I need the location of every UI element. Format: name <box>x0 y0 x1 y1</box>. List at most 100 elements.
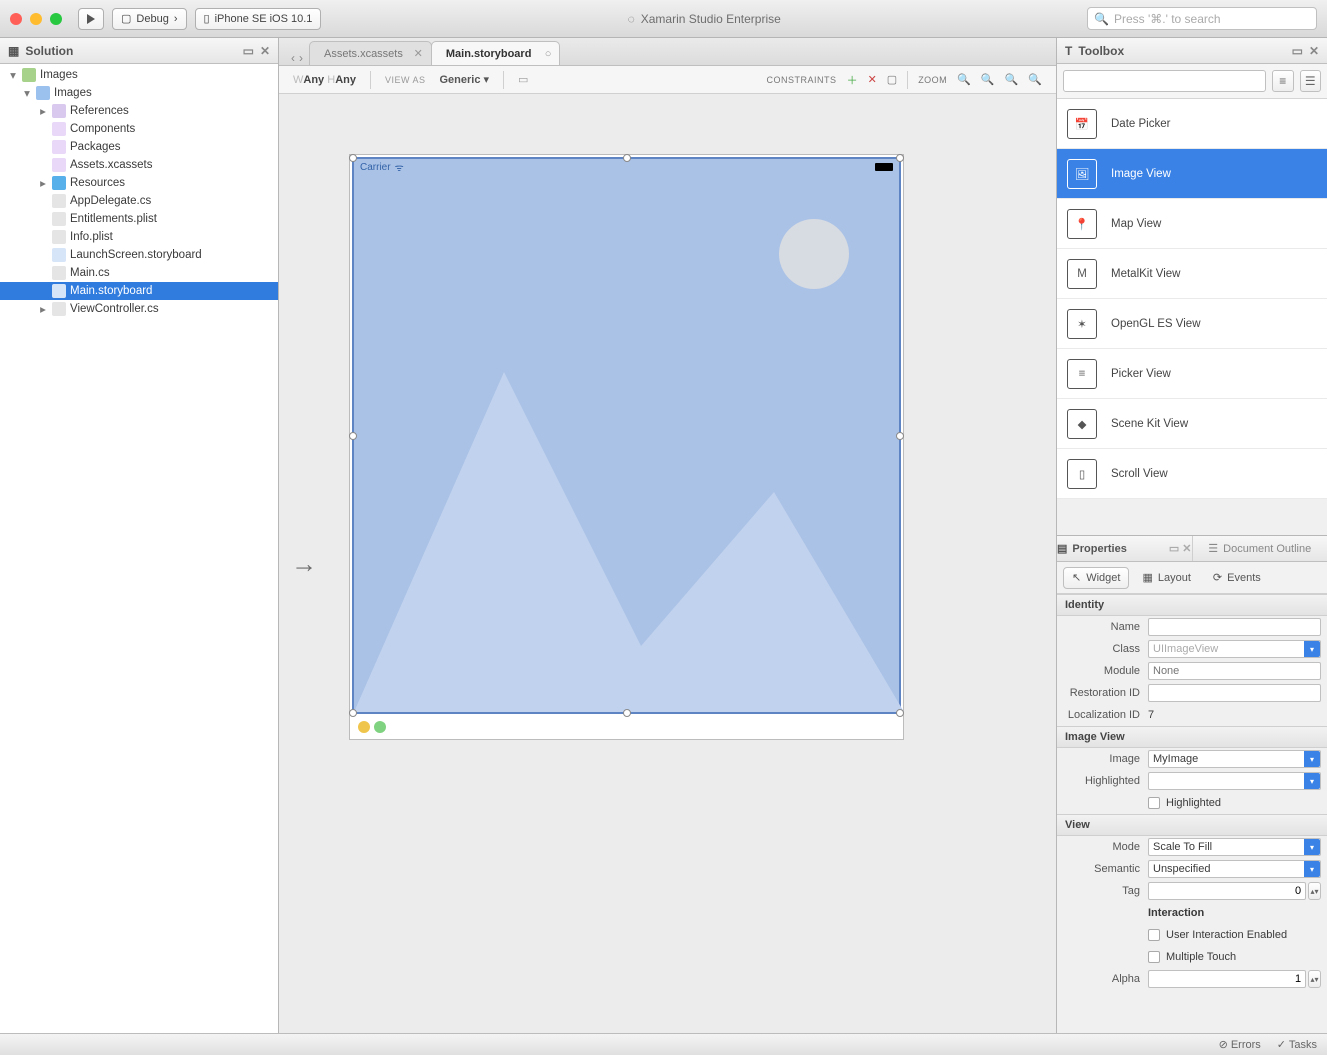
alpha-stepper[interactable]: ▴▾ <box>1308 970 1321 988</box>
nav-back-icon[interactable]: ‹ <box>291 51 295 65</box>
run-button[interactable] <box>78 8 104 30</box>
storyboard-scene[interactable]: Carrier ᯤ <box>349 154 904 740</box>
tag-field[interactable] <box>1148 882 1306 900</box>
constraints-label: CONSTRAINTS <box>767 75 837 85</box>
first-responder-icon[interactable] <box>358 721 370 733</box>
toolbox-view-compact[interactable]: ≡ <box>1272 70 1294 92</box>
tab-close-icon[interactable]: ○ <box>545 48 552 60</box>
editor-area: ‹ › Assets.xcassets✕Main.storyboard○ WAn… <box>279 38 1057 1033</box>
constraint-frame-icon[interactable]: ▢ <box>887 73 897 86</box>
tree-item[interactable]: ▾Images <box>0 84 278 102</box>
tab-events[interactable]: ⟳ Events <box>1204 567 1270 589</box>
document-outline-header[interactable]: ☰ Document Outline <box>1193 536 1327 561</box>
zoom-fit-icon[interactable]: 🔍 <box>957 73 971 86</box>
resize-handle[interactable] <box>623 154 631 162</box>
resize-handle[interactable] <box>896 432 904 440</box>
pad-close-icon[interactable]: ✕ <box>260 44 270 58</box>
semantic-field[interactable]: Unspecified▾ <box>1148 860 1321 878</box>
tree-item[interactable]: LaunchScreen.storyboard <box>0 246 278 264</box>
resize-handle[interactable] <box>896 709 904 717</box>
titlebar: ▢ Debug › ▯ iPhone SE iOS 10.1 ◌ Xamarin… <box>0 0 1327 38</box>
tag-stepper[interactable]: ▴▾ <box>1308 882 1321 900</box>
toolbox-item[interactable]: 🖼Image View <box>1057 149 1327 199</box>
toolbox-item[interactable]: MMetalKit View <box>1057 249 1327 299</box>
wifi-icon: ᯤ <box>395 160 404 174</box>
cube-icon: ◆ <box>1067 409 1097 439</box>
size-class[interactable]: WAny HAny <box>293 74 356 86</box>
exit-icon[interactable] <box>374 721 386 733</box>
toolbox-view-list[interactable]: ☰ <box>1300 70 1322 92</box>
constraint-remove-icon[interactable]: ✕ <box>868 73 877 86</box>
tab-close-icon[interactable]: ✕ <box>414 47 423 60</box>
zoom-window[interactable] <box>50 13 62 25</box>
close-window[interactable] <box>10 13 22 25</box>
property-tabs: ↖ Widget ▦ Layout ⟳ Events <box>1057 562 1327 594</box>
resize-handle[interactable] <box>349 709 357 717</box>
calendar-icon: 📅 <box>1067 109 1097 139</box>
tree-item[interactable]: ▸References <box>0 102 278 120</box>
highlighted-field[interactable]: ▾ <box>1148 772 1321 790</box>
zoom-out-icon[interactable]: 🔍 <box>981 73 995 86</box>
image-field[interactable]: MyImage▾ <box>1148 750 1321 768</box>
editor-tab[interactable]: Main.storyboard○ <box>431 41 561 65</box>
search-icon: 🔍 <box>1094 12 1109 26</box>
toolbox-search-input[interactable] <box>1063 70 1266 92</box>
zoom-in-icon[interactable]: 🔍 <box>1028 73 1042 86</box>
pad-close-icon[interactable]: ✕ <box>1309 44 1319 58</box>
mode-field[interactable]: Scale To Fill▾ <box>1148 838 1321 856</box>
toolbox-item[interactable]: 📍Map View <box>1057 199 1327 249</box>
design-canvas[interactable]: → Carrier ᯤ <box>279 94 1056 1033</box>
resize-handle[interactable] <box>349 432 357 440</box>
pad-options-icon[interactable]: ▭ <box>243 44 254 58</box>
tree-item[interactable]: ▸ViewController.cs <box>0 300 278 318</box>
tree-item[interactable]: ▸Resources <box>0 174 278 192</box>
nav-fwd-icon[interactable]: › <box>299 51 303 65</box>
toolbox-item[interactable]: ≡Picker View <box>1057 349 1327 399</box>
tab-widget[interactable]: ↖ Widget <box>1063 567 1129 589</box>
tree-item[interactable]: ▾Images <box>0 66 278 84</box>
toolbox-item[interactable]: 📅Date Picker <box>1057 99 1327 149</box>
properties-header[interactable]: ▤ Properties ▭ ✕ <box>1057 536 1193 561</box>
tasks-pad[interactable]: ✓ Tasks <box>1277 1038 1317 1051</box>
uiimageview[interactable]: Carrier ᯤ <box>352 157 901 714</box>
tree-item[interactable]: Assets.xcassets <box>0 156 278 174</box>
resize-handle[interactable] <box>896 154 904 162</box>
solution-tree[interactable]: ▾Images▾Images▸ReferencesComponentsPacka… <box>0 64 278 1033</box>
name-field[interactable] <box>1148 618 1321 636</box>
device-selector[interactable]: ▯ iPhone SE iOS 10.1 <box>195 8 322 30</box>
minimize-window[interactable] <box>30 13 42 25</box>
orientation-toggle[interactable]: ▭ <box>518 73 528 86</box>
constraint-add-icon[interactable]: ＋ <box>847 72 858 88</box>
placeholder-mountains <box>354 312 904 712</box>
tree-item[interactable]: Components <box>0 120 278 138</box>
config-selector[interactable]: ▢ Debug › <box>112 8 187 30</box>
module-field[interactable] <box>1148 662 1321 680</box>
multitouch-checkbox[interactable]: Multiple Touch <box>1148 951 1321 963</box>
pad-options-icon[interactable]: ▭ <box>1292 44 1303 58</box>
class-field[interactable]: UIImageView▾ <box>1148 640 1321 658</box>
tree-item[interactable]: Info.plist <box>0 228 278 246</box>
restoration-field[interactable] <box>1148 684 1321 702</box>
editor-tab[interactable]: Assets.xcassets✕ <box>309 41 432 65</box>
image-label: Image <box>1063 753 1148 765</box>
uie-checkbox[interactable]: User Interaction Enabled <box>1148 929 1321 941</box>
toolbox-list[interactable]: 📅Date Picker🖼Image View📍Map ViewMMetalKi… <box>1057 99 1327 535</box>
toolbox-item[interactable]: ◆Scene Kit View <box>1057 399 1327 449</box>
global-search[interactable]: 🔍 Press '⌘.' to search <box>1087 7 1317 30</box>
editor-nav: ‹ › <box>285 51 309 65</box>
highlighted-checkbox[interactable]: Highlighted <box>1148 797 1321 809</box>
alpha-field[interactable] <box>1148 970 1306 988</box>
view-as-selector[interactable]: Generic ▾ <box>439 73 489 86</box>
toolbox-item[interactable]: ▯Scroll View <box>1057 449 1327 499</box>
resize-handle[interactable] <box>623 709 631 717</box>
tree-item[interactable]: Packages <box>0 138 278 156</box>
errors-pad[interactable]: ⊘ Errors <box>1219 1038 1261 1051</box>
resize-handle[interactable] <box>349 154 357 162</box>
zoom-actual-icon[interactable]: 🔍 <box>1005 73 1019 86</box>
tree-item[interactable]: Main.storyboard <box>0 282 278 300</box>
toolbox-item[interactable]: ✶OpenGL ES View <box>1057 299 1327 349</box>
tree-item[interactable]: AppDelegate.cs <box>0 192 278 210</box>
tree-item[interactable]: Main.cs <box>0 264 278 282</box>
tab-layout[interactable]: ▦ Layout <box>1133 567 1199 589</box>
tree-item[interactable]: Entitlements.plist <box>0 210 278 228</box>
